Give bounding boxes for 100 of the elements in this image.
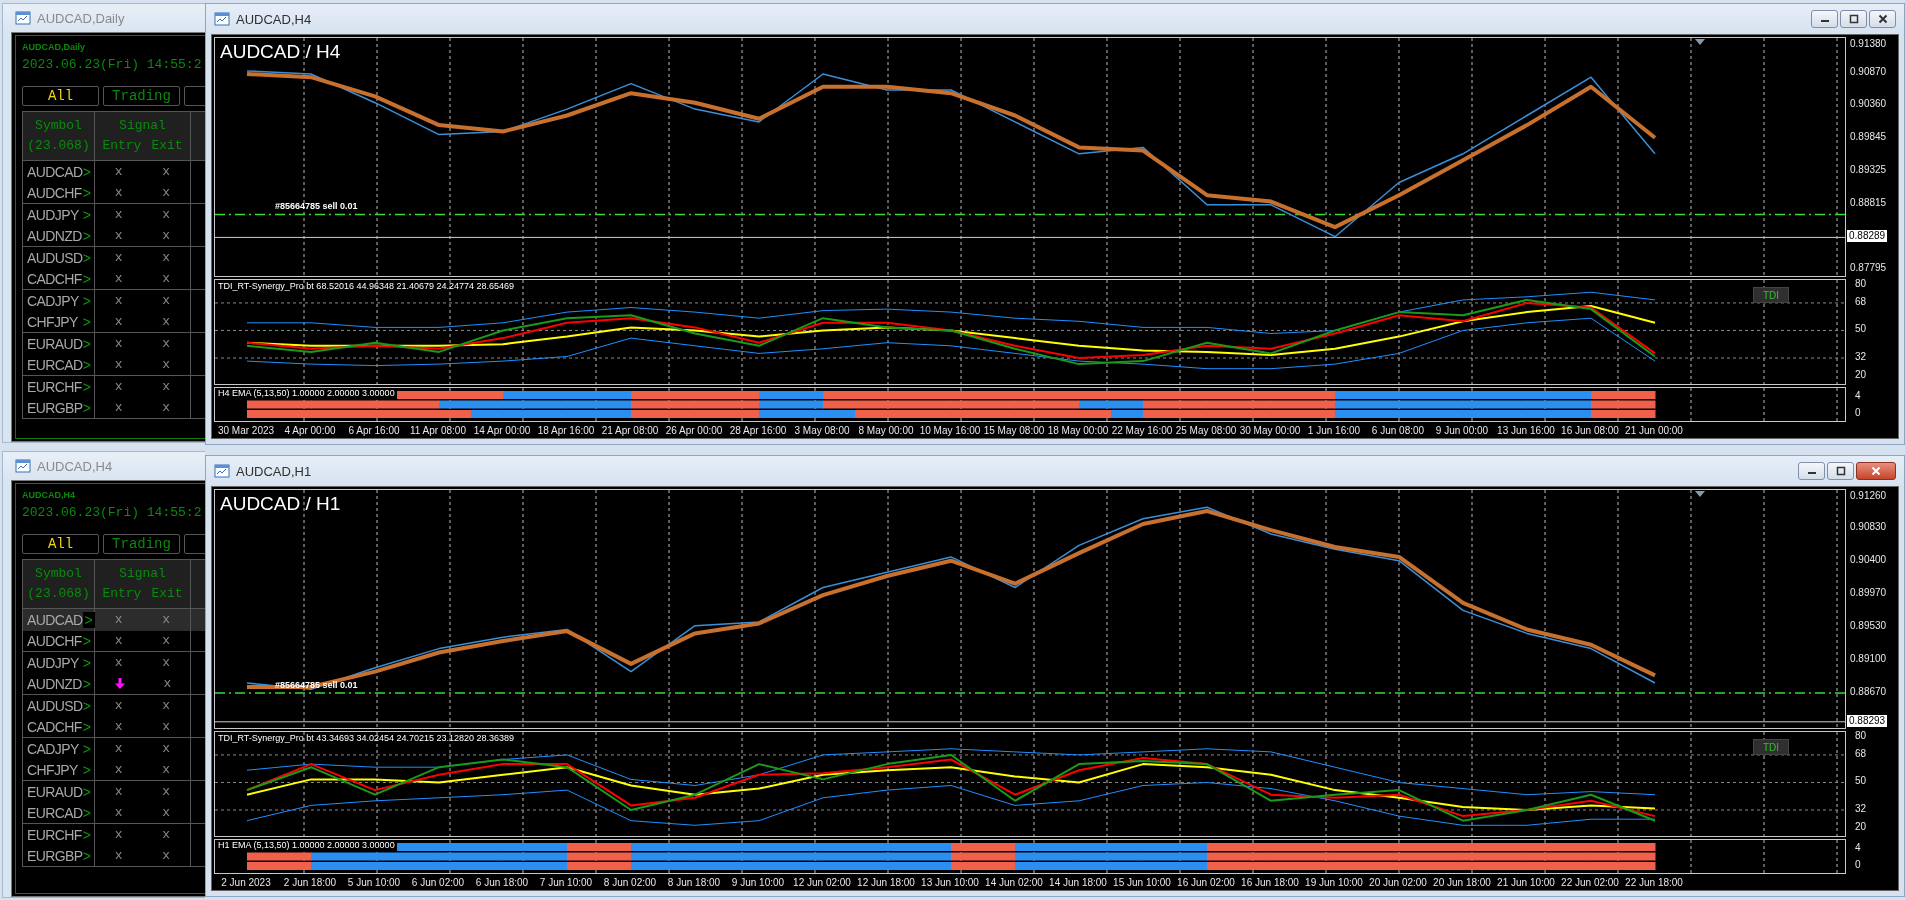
open-chart-link[interactable]: > <box>82 399 91 416</box>
time-tick: 16 Jun 18:00 <box>1241 876 1299 889</box>
time-tick: 6 Jun 18:00 <box>475 876 529 889</box>
window-title: AUDCAD,H4 <box>37 458 113 474</box>
price-tick: 0.87795 <box>1850 261 1887 274</box>
exit-signal: x <box>162 784 171 800</box>
filter-button[interactable]: All <box>22 534 99 554</box>
open-chart-link[interactable]: > <box>82 227 91 244</box>
time-tick: 9 Jun 10:00 <box>731 876 785 889</box>
time-tick: 15 May 08:00 <box>983 424 1045 437</box>
time-tick: 3 May 08:00 <box>794 424 850 437</box>
filter-button[interactable]: All <box>22 86 99 106</box>
open-chart-link[interactable]: > <box>82 718 91 735</box>
open-chart-link[interactable]: > <box>82 804 91 821</box>
open-chart-link[interactable]: > <box>82 270 91 287</box>
entry-signal: x <box>114 612 123 628</box>
open-chart-link[interactable]: > <box>82 847 91 864</box>
time-tick: 9 Jun 00:00 <box>1435 424 1489 437</box>
level-tick: 20 <box>1855 369 1867 382</box>
chart-title: AUDCAD / H1 <box>220 493 341 515</box>
entry-signal: x <box>114 827 123 843</box>
open-chart-link[interactable]: > <box>82 654 91 671</box>
minimize-button[interactable] <box>1811 10 1838 28</box>
price-tick: 0.90360 <box>1850 98 1887 111</box>
indicator-label: H4 EMA (5,13,50) 1.00000 2.00000 3.00000 <box>218 388 397 399</box>
exit-signal: x <box>162 336 171 352</box>
price-tick: 0.88815 <box>1850 196 1887 209</box>
entry-signal: x <box>114 250 123 266</box>
open-chart-link[interactable]: > <box>82 378 91 395</box>
level-tick: 50 <box>1855 775 1867 788</box>
exit-signal: x <box>162 379 171 395</box>
minimize-button[interactable] <box>1798 462 1825 480</box>
time-tick: 7 Jun 10:00 <box>539 876 593 889</box>
exit-signal: x <box>162 228 171 244</box>
maximize-button[interactable] <box>1840 10 1867 28</box>
open-chart-link[interactable]: > <box>82 206 91 223</box>
open-chart-link[interactable]: > <box>82 675 91 692</box>
chart-shift-icon[interactable] <box>1695 39 1705 45</box>
indicator-button[interactable]: TDI <box>1753 287 1789 303</box>
entry-signal: x <box>114 228 123 244</box>
open-chart-link[interactable]: > <box>82 163 91 180</box>
exit-signal: x <box>162 293 171 309</box>
symbol-name: CADJPY <box>27 292 79 309</box>
symbol-name: EURCHF <box>27 378 82 395</box>
chart-shift-icon[interactable] <box>1695 491 1705 497</box>
time-tick: 16 Jun 02:00 <box>1177 876 1235 889</box>
down-arrow-icon <box>113 677 126 691</box>
chart-title: AUDCAD / H4 <box>220 41 341 63</box>
symbol-name: AUDJPY <box>27 206 79 223</box>
price-tick: 0.89530 <box>1850 620 1887 633</box>
open-chart-link[interactable]: > <box>82 611 95 628</box>
filter-button[interactable]: Trading <box>103 534 180 554</box>
time-tick: 14 Apr 00:00 <box>473 424 531 437</box>
symbol-row[interactable]: AUDCAD> x x <box>22 609 205 631</box>
time-tick: 30 May 00:00 <box>1239 424 1301 437</box>
entry-signal: x <box>114 271 123 287</box>
open-chart-link[interactable]: > <box>82 184 91 201</box>
filter-button[interactable]: Trading <box>103 86 180 106</box>
open-chart-link[interactable]: > <box>82 826 91 843</box>
open-chart-link[interactable]: > <box>82 697 91 714</box>
window-title: AUDCAD,Daily <box>37 10 125 26</box>
time-tick: 2 Jun 18:00 <box>283 876 337 889</box>
open-chart-link[interactable]: > <box>82 632 91 649</box>
column-header: Symbol <box>35 565 82 583</box>
maximize-button[interactable] <box>1827 462 1854 480</box>
time-tick: 22 May 16:00 <box>1111 424 1173 437</box>
symbol-name: EURCAD <box>27 804 83 821</box>
symbol-count: (23.068) <box>27 137 90 155</box>
time-tick: 28 Apr 16:00 <box>729 424 787 437</box>
maximize-icon <box>1835 466 1846 476</box>
time-tick: 25 May 08:00 <box>1175 424 1237 437</box>
indicator-button[interactable]: TDI <box>1753 739 1789 755</box>
column-header: Exit <box>151 585 183 603</box>
entry-signal: x <box>114 185 123 201</box>
open-chart-link[interactable]: > <box>82 761 91 778</box>
time-tick: 19 Jun 10:00 <box>1305 876 1363 889</box>
column-header: Entry <box>102 585 142 603</box>
price-tick: 0.89970 <box>1850 586 1887 599</box>
open-chart-link[interactable]: > <box>82 335 91 352</box>
time-tick: 8 Jun 02:00 <box>603 876 657 889</box>
open-chart-link[interactable]: > <box>82 292 91 309</box>
indicator-label: TDI_RT-Synergy_Pro bt 68.52016 44.96348 21.40679 24.24774 28.65469 <box>218 281 515 292</box>
time-tick: 20 Jun 18:00 <box>1433 876 1491 889</box>
symbol-name: CHFJPY <box>27 313 78 330</box>
close-button[interactable] <box>1869 10 1896 28</box>
open-chart-link[interactable]: > <box>82 313 91 330</box>
time-tick: 12 Jun 02:00 <box>793 876 851 889</box>
open-chart-link[interactable]: > <box>82 249 91 266</box>
close-button[interactable] <box>1856 462 1896 480</box>
close-icon <box>1871 466 1881 476</box>
level-tick: 80 <box>1855 277 1867 290</box>
window-title: AUDCAD,H4 <box>236 11 312 27</box>
time-tick: 26 Apr 00:00 <box>665 424 723 437</box>
open-chart-link[interactable]: > <box>82 783 91 800</box>
open-chart-link[interactable]: > <box>82 740 91 757</box>
open-chart-link[interactable]: > <box>82 356 91 373</box>
window-title: AUDCAD,H1 <box>236 463 312 479</box>
column-header: Signal <box>119 565 166 583</box>
exit-signal: x <box>162 719 171 735</box>
symbol-name: CHFJPY <box>27 761 78 778</box>
